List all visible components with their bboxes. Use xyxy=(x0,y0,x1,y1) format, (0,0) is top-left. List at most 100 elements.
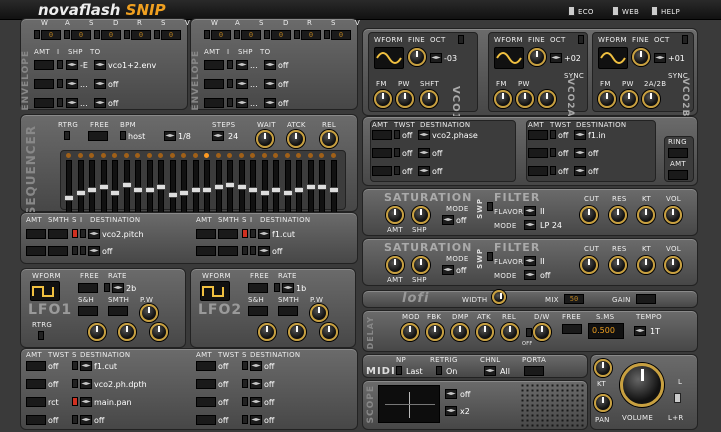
env1-row-to[interactable]: off xyxy=(108,99,118,108)
env1-row-amt[interactable] xyxy=(34,79,54,89)
vco-mod-left-row-arrow[interactable]: ◄► xyxy=(418,130,430,140)
seq-step-slider[interactable] xyxy=(64,160,74,218)
delay-dw-knob[interactable] xyxy=(533,323,551,341)
vco2b-fine-knob[interactable] xyxy=(632,48,650,66)
sat-filter-2-flavor-arrow[interactable]: ◄► xyxy=(524,256,536,266)
seq-step-slider[interactable] xyxy=(282,160,293,218)
lfo2-free-value[interactable] xyxy=(248,283,268,293)
env1-stage-value[interactable]: 0 xyxy=(101,30,121,40)
seq-wait-knob[interactable] xyxy=(256,130,274,148)
sat-filter-1-flavor-value[interactable]: II xyxy=(540,207,545,216)
lfo-dest-left-row-amt[interactable] xyxy=(26,415,46,425)
vco2b-led[interactable] xyxy=(682,35,688,44)
master-pan-knob[interactable] xyxy=(594,394,612,412)
master-output-switch[interactable] xyxy=(674,393,681,403)
env1-stage-value[interactable]: 0 xyxy=(41,30,61,40)
vco-mod-right-row-led[interactable] xyxy=(550,130,556,139)
lfo-dest-right-row-twst[interactable]: off xyxy=(218,416,228,425)
seq-dest-right-row-arrow[interactable]: ◄► xyxy=(258,246,270,256)
lfo-dest-right-row-s[interactable] xyxy=(242,397,248,406)
env2-stage-value[interactable]: 0 xyxy=(331,30,351,40)
seq-dest-right-row-i[interactable] xyxy=(250,229,256,238)
scope-mode[interactable]: off xyxy=(460,390,470,399)
env1-row-shape-arrow[interactable]: ◄► xyxy=(66,60,78,70)
lfo2-rel-knob[interactable] xyxy=(320,323,338,341)
vco-mod-right-row-amt[interactable] xyxy=(528,148,548,158)
lfo-dest-right-row-arrow[interactable]: ◄► xyxy=(250,361,262,371)
vco-mod-right-row-arrow[interactable]: ◄► xyxy=(574,166,586,176)
seq-step-slider[interactable] xyxy=(317,160,327,218)
env2-row-shape[interactable]: ... xyxy=(250,80,258,89)
lfo1-rate-arrow[interactable]: ◄► xyxy=(112,283,124,293)
vco2a-third-knob[interactable] xyxy=(538,90,556,108)
ring-amt-value[interactable] xyxy=(668,170,688,180)
env1-stage-led[interactable] xyxy=(124,30,130,39)
lfo-dest-right-row-s[interactable] xyxy=(242,361,248,370)
seq-dest-right-row-arrow[interactable]: ◄► xyxy=(258,229,270,239)
vco-mod-right-row-arrow[interactable]: ◄► xyxy=(574,130,586,140)
sat-filter-1-filter-mode-value[interactable]: LP 24 xyxy=(540,221,562,230)
lfo-dest-right-row-twst[interactable]: off xyxy=(218,362,228,371)
env1-row-shape[interactable]: ... xyxy=(80,99,88,108)
sat-filter-2-res-knob[interactable] xyxy=(609,256,627,274)
lfo-dest-left-row-s[interactable] xyxy=(72,361,78,370)
vco-mod-left-row-amt[interactable] xyxy=(372,166,392,176)
vco-mod-right-row-twst[interactable]: off xyxy=(558,167,568,176)
sat-filter-2-vol-knob[interactable] xyxy=(664,256,682,274)
env2-stage-value[interactable]: 0 xyxy=(211,30,231,40)
vco-mod-right-row-led[interactable] xyxy=(550,148,556,157)
env1-row-shape-arrow[interactable]: ◄► xyxy=(66,79,78,89)
vco1-pw-knob[interactable] xyxy=(396,90,414,108)
lfo-dest-right-row-dest[interactable]: off xyxy=(264,362,274,371)
sat-filter-2-sat-amt-knob[interactable] xyxy=(386,256,404,274)
lfo2-waveform-display[interactable] xyxy=(200,281,230,301)
vco1-fine-knob[interactable] xyxy=(408,48,426,66)
lfo1-free-value[interactable] xyxy=(78,283,98,293)
env1-row-shape[interactable]: -E xyxy=(80,61,88,70)
seq-dest-right-row-s[interactable] xyxy=(242,229,248,238)
seq-step-slider[interactable] xyxy=(98,160,109,218)
vco1-waveform-display[interactable] xyxy=(374,47,404,69)
seq-bpm-led[interactable] xyxy=(120,131,126,140)
env2-stage-value[interactable]: 0 xyxy=(301,30,321,40)
seq-step-slider[interactable] xyxy=(87,160,97,218)
env2-row-shape-arrow[interactable]: ◄► xyxy=(236,60,248,70)
lfo-dest-right-row-s[interactable] xyxy=(242,415,248,424)
sat-filter-1-sat-mode-value[interactable]: off xyxy=(456,216,466,225)
lfo-dest-left-row-dest[interactable]: vco2.ph.dpth xyxy=(94,380,147,389)
env2-row-to-arrow[interactable]: ◄► xyxy=(264,79,276,89)
seq-step-slider[interactable] xyxy=(271,160,281,218)
lfo-dest-left-row-twst[interactable]: rct xyxy=(48,398,59,407)
vco-mod-right-row-twst[interactable]: off xyxy=(558,149,568,158)
vco-mod-right-row-twst[interactable]: off xyxy=(558,131,568,140)
sat-filter-2-sat-mode-value[interactable]: off xyxy=(456,266,466,275)
env1-row-invert[interactable] xyxy=(57,98,63,107)
vco2b-third-knob[interactable] xyxy=(642,90,660,108)
seq-step-slider[interactable] xyxy=(213,160,224,218)
lfo-dest-left-row-amt[interactable] xyxy=(26,379,46,389)
lfo-dest-left-row-twst[interactable]: off xyxy=(48,362,58,371)
env1-stage-led[interactable] xyxy=(34,30,40,39)
seq-step-slider[interactable] xyxy=(144,160,155,218)
lfo1-rel-knob[interactable] xyxy=(150,323,168,341)
lofi-mix-value[interactable]: 50 xyxy=(564,294,584,304)
lfo-dest-left-row-twst[interactable]: off xyxy=(48,416,58,425)
seq-step-slider[interactable] xyxy=(225,160,235,218)
seq-dest-left-row-smth[interactable] xyxy=(48,229,68,239)
midi-porta-value[interactable] xyxy=(524,366,544,376)
lfo-dest-right-row-dest[interactable]: off xyxy=(264,398,274,407)
lfo-dest-left-row-s[interactable] xyxy=(72,415,78,424)
lfo1-smth-value[interactable] xyxy=(108,306,128,316)
sat-filter-2-flavor-value[interactable]: II xyxy=(540,257,545,266)
env1-row-shape[interactable]: ... xyxy=(80,80,88,89)
env2-row-amt[interactable] xyxy=(204,79,224,89)
delay-mod-knob[interactable] xyxy=(401,323,419,341)
vco1-led[interactable] xyxy=(458,35,464,44)
vco1-fm-knob[interactable] xyxy=(374,90,392,108)
lfo-dest-right-row-amt[interactable] xyxy=(196,379,216,389)
vco-mod-left-row-twst[interactable]: off xyxy=(402,167,412,176)
lfo2-sh-value[interactable] xyxy=(248,306,268,316)
env2-stage-led[interactable] xyxy=(294,30,300,39)
vco-mod-right-row-dest[interactable]: off xyxy=(588,149,598,158)
lfo-dest-left-row-amt[interactable] xyxy=(26,361,46,371)
